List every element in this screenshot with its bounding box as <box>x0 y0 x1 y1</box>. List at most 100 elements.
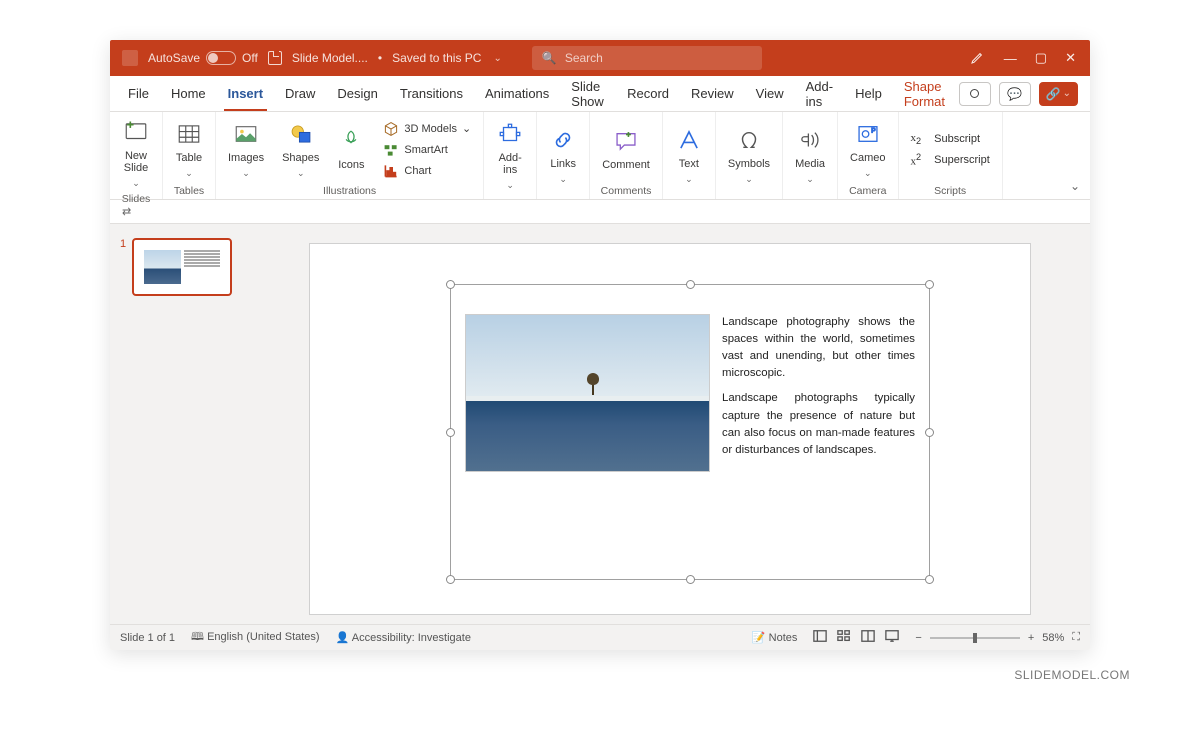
search-input[interactable]: 🔍 Search <box>532 46 762 70</box>
resize-handle[interactable] <box>925 280 934 289</box>
subscript-button[interactable]: x2 Subscript <box>907 129 994 149</box>
symbols-button[interactable]: Symbols⌄ <box>724 124 774 187</box>
comment-icon <box>612 127 640 155</box>
notes-button[interactable]: 📝 Notes <box>752 631 798 644</box>
ribbon-group-camera: P Cameo⌄ Camera <box>838 112 898 199</box>
resize-handle[interactable] <box>446 575 455 584</box>
comment-button[interactable]: Comment <box>598 125 654 173</box>
svg-text:P: P <box>871 127 875 134</box>
new-slide-button[interactable]: New Slide⌄ <box>118 116 154 191</box>
menu-draw[interactable]: Draw <box>275 76 325 111</box>
fit-to-window-button[interactable]: ⛶ <box>1072 631 1080 644</box>
slideshow-view-button[interactable] <box>885 629 899 646</box>
ribbon-group-media: Media⌄ <box>783 112 838 199</box>
search-placeholder: Search <box>565 51 603 65</box>
menu-slideshow[interactable]: Slide Show <box>561 76 615 111</box>
menu-help[interactable]: Help <box>845 76 892 111</box>
zoom-out-button[interactable]: − <box>915 632 921 644</box>
save-icon[interactable] <box>268 51 282 65</box>
slide-thumbnail-1[interactable] <box>132 238 232 296</box>
resize-handle[interactable] <box>925 575 934 584</box>
share-button[interactable]: 🔗 ⌄ <box>1039 82 1078 106</box>
addins-button[interactable]: Add- ins⌄ <box>492 118 528 193</box>
document-name[interactable]: Slide Model.... <box>292 51 368 65</box>
ribbon-group-links: Links⌄ <box>537 112 590 199</box>
slide-paragraph-2: Landscape photographs typically capture … <box>722 390 915 458</box>
title-bar: AutoSave Off Slide Model.... • Saved to … <box>110 40 1090 76</box>
record-button[interactable] <box>959 82 991 106</box>
maximize-button[interactable]: ▢ <box>1035 50 1047 66</box>
menu-shape-format[interactable]: Shape Format <box>894 76 957 111</box>
close-button[interactable]: ✕ <box>1065 50 1076 66</box>
language-status[interactable]: 🕮 English (United States) <box>191 628 320 647</box>
resize-handle[interactable] <box>686 575 695 584</box>
toggle-icon <box>206 51 236 65</box>
menu-bar: File Home Insert Draw Design Transitions… <box>110 76 1090 112</box>
text-button[interactable]: Text⌄ <box>671 124 707 187</box>
resize-handle[interactable] <box>446 428 455 437</box>
ribbon: New Slide⌄ Slides Table⌄ Tables Images⌄ <box>110 112 1090 200</box>
thumbnail-number: 1 <box>120 238 126 250</box>
media-button[interactable]: Media⌄ <box>791 124 829 187</box>
menu-insert[interactable]: Insert <box>218 76 273 111</box>
save-status: Saved to this PC <box>392 51 481 65</box>
shapes-button[interactable]: Shapes⌄ <box>278 118 323 181</box>
comments-pane-button[interactable]: 💬 <box>999 82 1031 106</box>
table-icon <box>175 120 203 148</box>
menu-record[interactable]: Record <box>617 76 679 111</box>
shapes-icon <box>287 120 315 148</box>
resize-handle[interactable] <box>686 280 695 289</box>
quick-access-row: ⇄ <box>110 200 1090 224</box>
images-button[interactable]: Images⌄ <box>224 118 268 181</box>
3d-models-button[interactable]: 3D Models ⌄ <box>379 119 475 139</box>
menu-addins[interactable]: Add-ins <box>796 76 843 111</box>
minimize-button[interactable]: — <box>1004 51 1017 66</box>
collapse-ribbon-button[interactable]: ⌄ <box>1060 112 1090 199</box>
slide-text-box[interactable]: Landscape photography shows the spaces w… <box>722 314 915 467</box>
menu-home[interactable]: Home <box>161 76 216 111</box>
menu-file[interactable]: File <box>118 76 159 111</box>
resize-handle[interactable] <box>446 280 455 289</box>
reading-view-button[interactable] <box>861 629 875 646</box>
slide-counter[interactable]: Slide 1 of 1 <box>120 632 175 644</box>
menu-view[interactable]: View <box>746 76 794 111</box>
slide-thumbnails-panel: 1 <box>110 224 250 624</box>
normal-view-button[interactable] <box>813 629 827 646</box>
autosave-label: AutoSave <box>148 51 200 65</box>
menu-review[interactable]: Review <box>681 76 744 111</box>
menu-design[interactable]: Design <box>327 76 387 111</box>
slide[interactable]: Landscape photography shows the spaces w… <box>310 244 1030 614</box>
chart-button[interactable]: Chart <box>379 161 475 181</box>
cameo-button[interactable]: P Cameo⌄ <box>846 118 889 181</box>
zoom-in-button[interactable]: + <box>1028 632 1034 644</box>
pen-icon[interactable] <box>970 49 986 68</box>
slide-paragraph-1: Landscape photography shows the spaces w… <box>722 314 915 382</box>
menu-transitions[interactable]: Transitions <box>390 76 473 111</box>
table-button[interactable]: Table⌄ <box>171 118 207 181</box>
ribbon-group-text: Text⌄ <box>663 112 716 199</box>
icons-icon <box>337 127 365 155</box>
links-button[interactable]: Links⌄ <box>545 124 581 187</box>
zoom-level[interactable]: 58% <box>1042 632 1064 644</box>
chevron-down-icon[interactable]: ⌄ <box>493 53 501 64</box>
superscript-button[interactable]: x2 Superscript <box>907 150 994 170</box>
accessibility-status[interactable]: 👤 Accessibility: Investigate <box>336 631 471 644</box>
slide-canvas-area[interactable]: Landscape photography shows the spaces w… <box>250 224 1090 624</box>
zoom-slider[interactable] <box>930 637 1020 639</box>
new-slide-icon <box>122 118 150 146</box>
search-icon: 🔍 <box>542 51 557 65</box>
autosave-state: Off <box>242 51 258 65</box>
menu-animations[interactable]: Animations <box>475 76 559 111</box>
slide-landscape-image[interactable] <box>465 314 710 472</box>
autosave-toggle[interactable]: AutoSave Off <box>148 51 258 65</box>
ribbon-group-scripts: x2 Subscript x2 Superscript Scripts <box>899 112 1003 199</box>
links-icon <box>549 126 577 154</box>
watermark: SLIDEMODEL.COM <box>70 668 1130 682</box>
smartart-button[interactable]: SmartArt <box>379 140 475 160</box>
resize-handle[interactable] <box>925 428 934 437</box>
icons-button[interactable]: Icons <box>333 125 369 173</box>
status-bar: Slide 1 of 1 🕮 English (United States) 👤… <box>110 624 1090 650</box>
cameo-icon: P <box>854 120 882 148</box>
qat-customize-icon[interactable]: ⇄ <box>122 205 131 218</box>
sorter-view-button[interactable] <box>837 629 851 646</box>
